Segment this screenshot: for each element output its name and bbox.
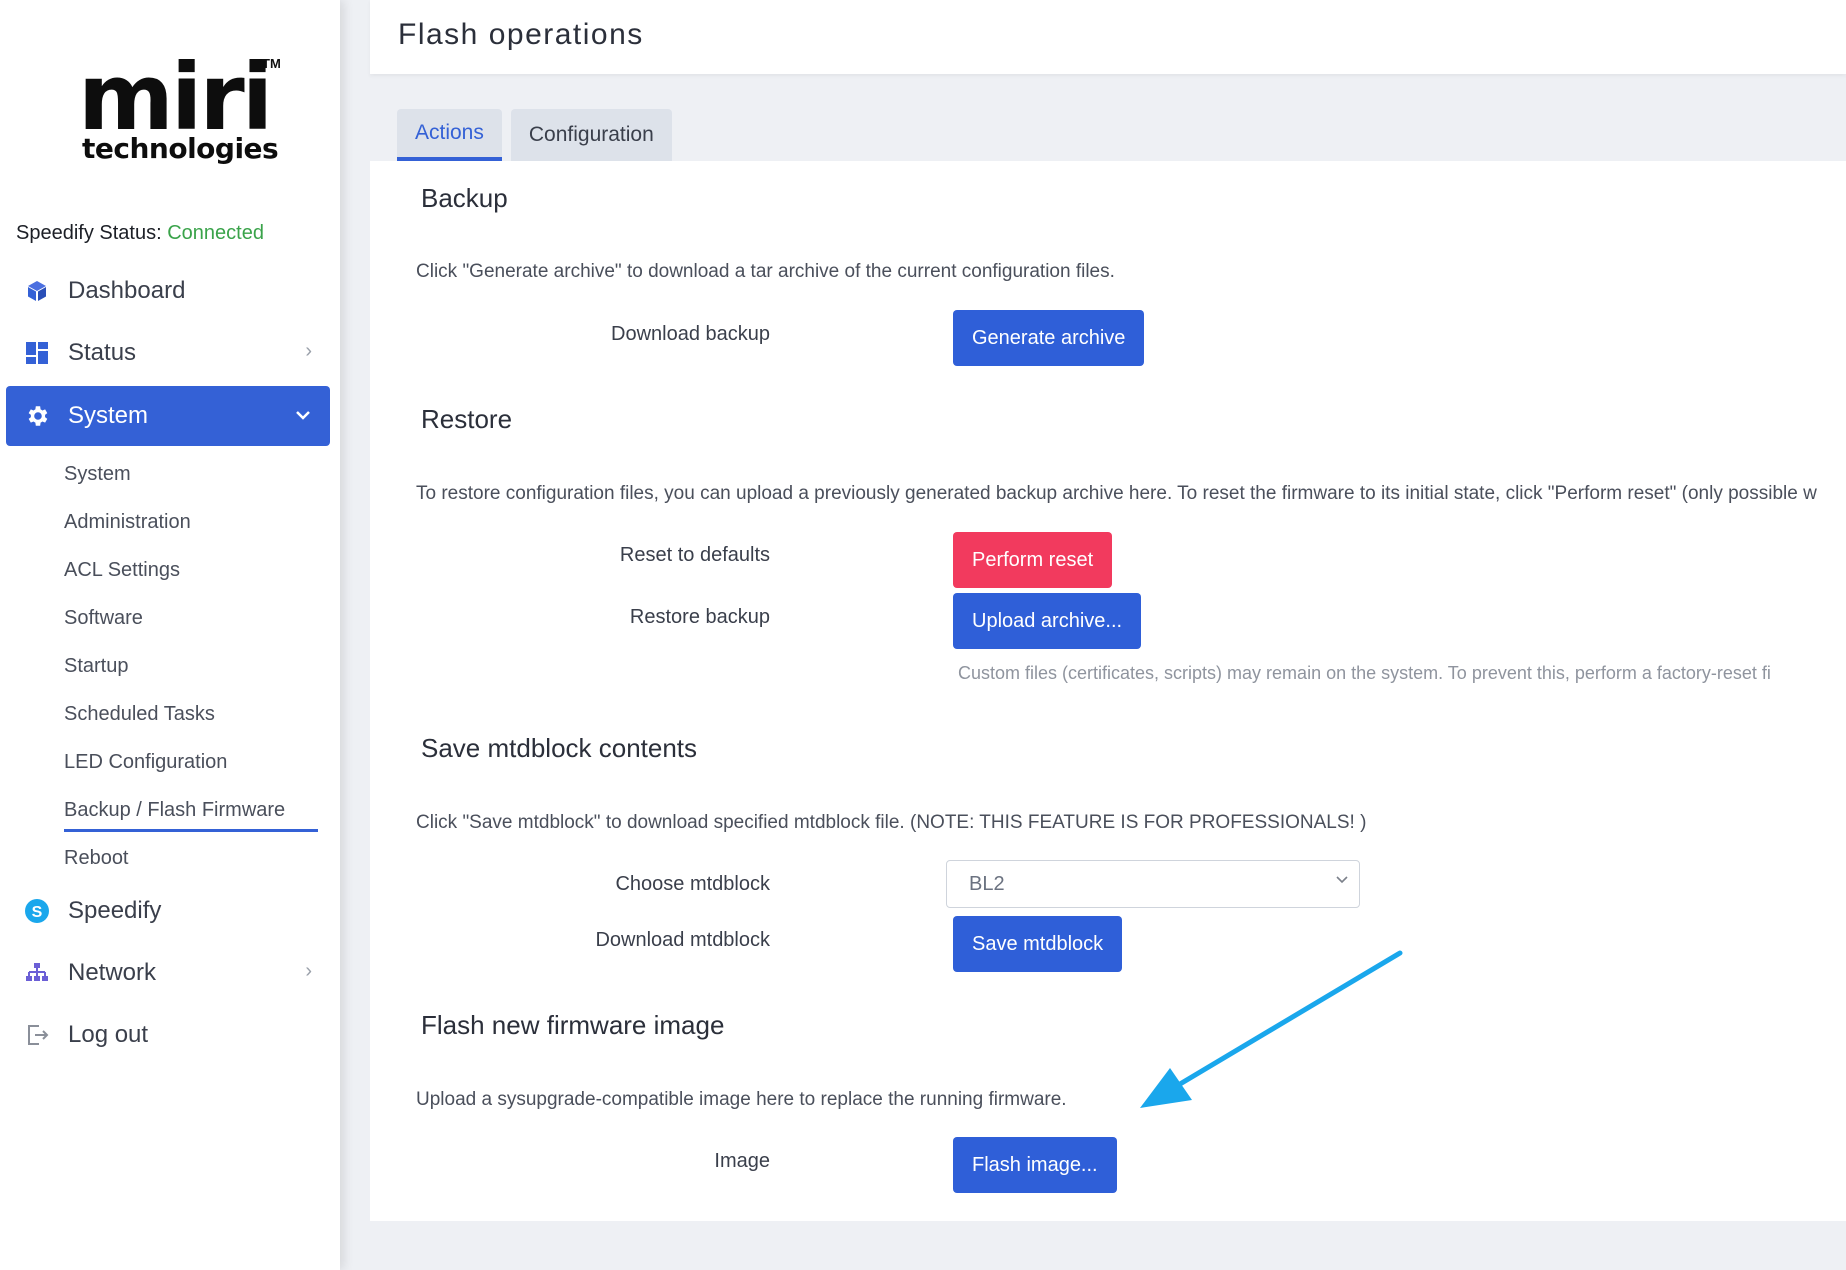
subnav-item-acl-settings[interactable]: ACL Settings: [64, 546, 330, 594]
download-mtdblock-label: Download mtdblock: [595, 929, 770, 951]
cube-icon: [24, 278, 50, 304]
logo-subtitle: technologies: [82, 132, 279, 165]
logo-word: miri: [78, 44, 273, 151]
restore-backup-label: Restore backup: [629, 606, 770, 628]
nav-item-network[interactable]: Network ›: [6, 944, 330, 1002]
subnav-item-administration[interactable]: Administration: [64, 498, 330, 546]
backup-description: Click "Generate archive" to download a t…: [416, 261, 1115, 282]
mtdblock-selected-value: BL2: [969, 872, 1005, 895]
gear-icon: [24, 403, 50, 429]
nav-label-speedify: Speedify: [68, 897, 162, 924]
subnav-item-system[interactable]: System: [64, 450, 330, 498]
restore-title: Restore: [421, 404, 513, 434]
subnav-item-backup-flash-firmware[interactable]: Backup / Flash Firmware: [64, 786, 330, 834]
miri-logo: miri TM technologies: [78, 52, 288, 172]
flash-image-button[interactable]: Flash image...: [953, 1137, 1117, 1193]
page-header: Flash operations: [370, 0, 1846, 74]
nav-item-speedify[interactable]: S Speedify: [6, 882, 330, 940]
generate-archive-button[interactable]: Generate archive: [953, 310, 1145, 366]
nav-label-status: Status: [68, 339, 137, 366]
perform-reset-button[interactable]: Perform reset: [953, 532, 1113, 588]
chevron-right-icon: ›: [305, 340, 312, 362]
system-subnav: System Administration ACL Settings Softw…: [6, 450, 330, 882]
logo-trademark: TM: [262, 56, 281, 71]
nav-item-logout[interactable]: Log out: [6, 1006, 330, 1064]
network-icon: [24, 960, 50, 986]
speedify-status-value: Connected: [167, 222, 264, 244]
mtdblock-select[interactable]: BL2: [946, 860, 1360, 908]
sidebar: miri TM technologies Speedify Status: Co…: [0, 0, 340, 1270]
mtdblock-title: Save mtdblock contents: [421, 733, 698, 763]
nav-label-system: System: [68, 402, 149, 429]
speedify-icon: S: [24, 898, 50, 924]
flash-firmware-description: Upload a sysupgrade-compatible image her…: [416, 1089, 1067, 1110]
flash-firmware-title: Flash new firmware image: [421, 1010, 725, 1040]
save-mtdblock-button[interactable]: Save mtdblock: [953, 916, 1123, 972]
nav-item-status[interactable]: Status ›: [6, 324, 330, 382]
nav-item-system[interactable]: System: [6, 386, 330, 446]
chevron-down-icon: [294, 402, 312, 430]
nav-item-dashboard[interactable]: Dashboard: [6, 262, 330, 320]
tab-actions[interactable]: Actions: [397, 109, 502, 161]
restore-description: To restore configuration files, you can …: [416, 483, 1817, 504]
svg-text:S: S: [32, 904, 43, 921]
nav-label-dashboard: Dashboard: [68, 277, 186, 304]
upload-archive-button[interactable]: Upload archive...: [953, 593, 1142, 649]
nav-label-logout: Log out: [68, 1021, 149, 1048]
backup-title: Backup: [421, 183, 508, 213]
tab-bar: Actions Configuration: [397, 109, 681, 161]
subnav-item-led-configuration[interactable]: LED Configuration: [64, 738, 330, 786]
image-label: Image: [714, 1150, 770, 1172]
speedify-status: Speedify Status: Connected: [16, 222, 264, 245]
nav-label-network: Network: [68, 959, 157, 986]
logout-icon: [24, 1022, 50, 1048]
reset-to-defaults-label: Reset to defaults: [619, 544, 770, 566]
choose-mtdblock-label: Choose mtdblock: [615, 873, 770, 895]
actions-panel: Backup Click "Generate archive" to downl…: [370, 161, 1846, 1221]
speedify-status-label: Speedify Status:: [16, 222, 162, 244]
mtdblock-description: Click "Save mtdblock" to download specif…: [416, 812, 1367, 833]
subnav-item-software[interactable]: Software: [64, 594, 330, 642]
subnav-item-startup[interactable]: Startup: [64, 642, 330, 690]
page-title: Flash operations: [398, 18, 644, 51]
sidebar-nav: Dashboard Status › System System Adminis…: [6, 262, 330, 1068]
chevron-down-icon: [1335, 872, 1349, 891]
subnav-item-scheduled-tasks[interactable]: Scheduled Tasks: [64, 690, 330, 738]
restore-hint: Custom files (certificates, scripts) may…: [958, 663, 1771, 683]
chevron-right-icon: ›: [305, 960, 312, 982]
grid-icon: [24, 340, 50, 366]
subnav-item-reboot[interactable]: Reboot: [64, 834, 330, 882]
download-backup-label: Download backup: [611, 323, 770, 345]
tab-configuration[interactable]: Configuration: [510, 109, 672, 161]
